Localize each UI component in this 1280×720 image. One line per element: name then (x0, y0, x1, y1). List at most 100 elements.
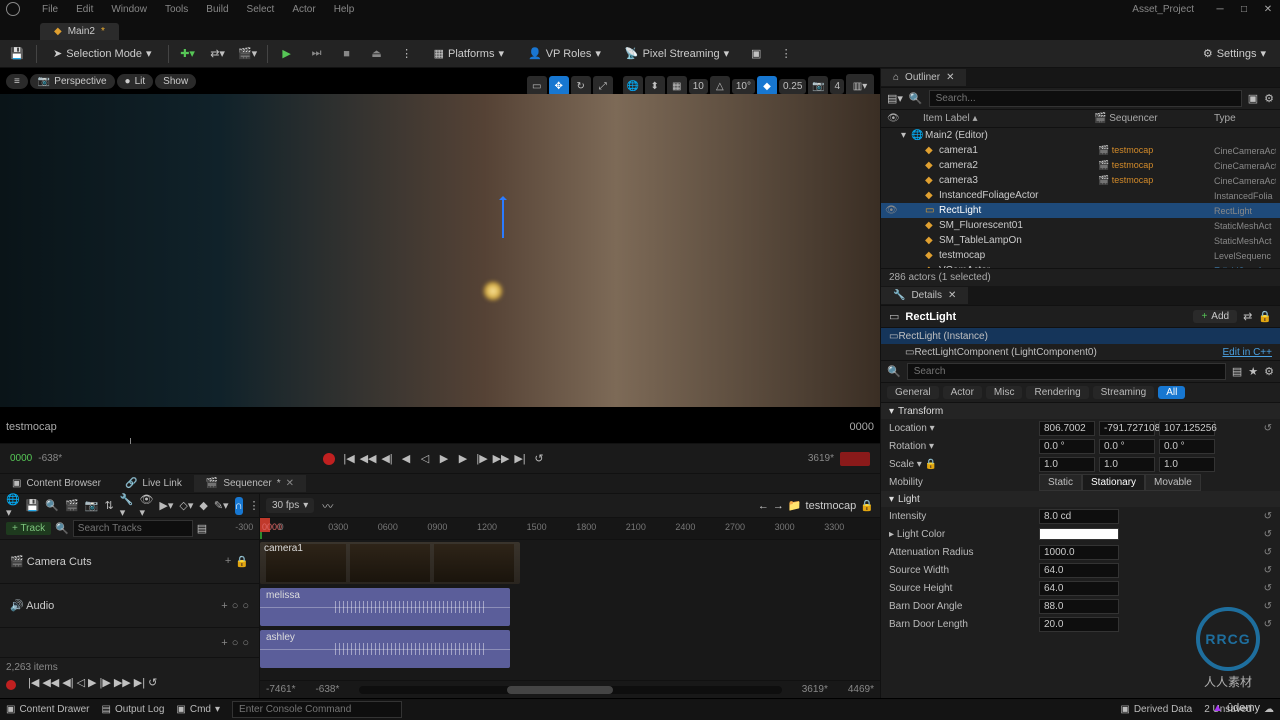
grid-snap-button[interactable]: ▦ (667, 76, 687, 96)
details-lock-button[interactable]: 🔒 (1258, 310, 1272, 323)
play-reverse-button[interactable]: ◁ (417, 451, 433, 467)
curve-editor-button[interactable]: 〰 (322, 498, 333, 514)
marketplace-button[interactable]: ⇄▾ (207, 43, 229, 65)
viewport-perspective-button[interactable]: 📷 Perspective (30, 74, 115, 89)
seq-snap-opts[interactable]: ⋮ (249, 497, 260, 515)
reset-icon[interactable]: ↺ (1264, 565, 1272, 576)
source-control-button[interactable]: ☁ (1264, 704, 1274, 715)
seq-key-button[interactable]: ◇▾ (179, 497, 193, 515)
seq-play-rev[interactable]: ◁ (77, 676, 85, 689)
add-folder-button[interactable]: ▣ (1248, 92, 1258, 105)
close-icon[interactable]: ✕ (948, 290, 956, 301)
edit-in-cpp-link[interactable]: Edit in C++ (1223, 347, 1272, 358)
filter-icon[interactable]: ▤▾ (887, 92, 903, 105)
timeline-scrollbar[interactable]: -7461* -638* 3619* 4469* (260, 680, 880, 698)
fps-dropdown[interactable]: 30 fps ▾ (266, 498, 314, 513)
clip-audio-2[interactable]: ashley (260, 630, 510, 668)
outliner-col-label[interactable]: Item Label ▴ (903, 113, 1094, 124)
reset-icon[interactable]: ↺ (1264, 423, 1272, 434)
lock-icon[interactable]: 🔒 (235, 555, 249, 568)
vp-roles-button[interactable]: 👤 VP Roles ▾ (520, 44, 609, 63)
cmd-dropdown[interactable]: ▣ Cmd ▾ (176, 704, 220, 715)
step-back-frame-button[interactable]: ◀ (398, 451, 414, 467)
details-settings-button[interactable]: ⚙ (1264, 365, 1274, 378)
play-options-button[interactable]: ⋮ (396, 43, 418, 65)
window-minimize-button[interactable]: ─ (1214, 3, 1226, 15)
platforms-button[interactable]: ▦ Platforms ▾ (426, 44, 512, 63)
section-transform[interactable]: ▾ Transform (881, 403, 1280, 419)
outliner-row[interactable]: 👁▭RectLightRectLight (881, 203, 1280, 218)
seq-edit-button[interactable]: ✎▾ (214, 497, 229, 515)
seq-snap-button[interactable]: ∩ (235, 497, 243, 515)
outliner-row[interactable]: ◆SM_TableLampOnStaticMeshAct (881, 233, 1280, 248)
eject-button[interactable]: ⏏ (366, 43, 388, 65)
timeline-ruler[interactable]: 0000 -300 0 0300 0600 0900 1200 1500 180… (260, 518, 880, 540)
stop-button[interactable]: ■ (336, 43, 358, 65)
clip-camera[interactable]: camera1 (260, 542, 520, 584)
cinematics-button[interactable]: 🎬▾ (237, 43, 259, 65)
seq-find-button[interactable]: 🔍 (45, 497, 59, 515)
intensity-input[interactable]: 8.0 cd (1039, 509, 1119, 524)
menu-select[interactable]: Select (247, 4, 275, 15)
viewport[interactable]: ≡ 📷 Perspective ● Lit Show ▭ ✥ ↻ ⤢ 🌐 ⬍ ▦… (0, 68, 880, 443)
tab-content-browser[interactable]: ▣ Content Browser (0, 475, 113, 492)
loop-button[interactable]: ↺ (531, 451, 547, 467)
rotation-z-input[interactable]: 0.0 ° (1159, 439, 1215, 454)
source-width-input[interactable]: 64.0 (1039, 563, 1119, 578)
console-input[interactable] (232, 701, 402, 718)
document-tab-main[interactable]: ◆ Main2* (40, 23, 119, 40)
seq-tool-button[interactable]: 🔧▾ (120, 497, 134, 515)
toolbar-extra-1[interactable]: ▣ (745, 43, 767, 65)
reset-icon[interactable]: ↺ (1264, 601, 1272, 612)
window-close-button[interactable]: ✕ (1262, 3, 1274, 15)
reset-icon[interactable]: ↺ (1264, 529, 1272, 540)
menu-actor[interactable]: Actor (292, 4, 315, 15)
viewport-lit-button[interactable]: ● Lit (117, 74, 154, 89)
outliner-row[interactable]: ◆camera1🎬 testmocapCineCameraAct (881, 143, 1280, 158)
barn-length-input[interactable]: 20.0 (1039, 617, 1119, 632)
step-fwd-key-button[interactable]: |▶ (474, 451, 490, 467)
tab-outliner[interactable]: ⌂ Outliner ✕ (881, 69, 966, 86)
tab-details[interactable]: 🔧 Details ✕ (881, 287, 968, 304)
seq-world-button[interactable]: 🌐▾ (6, 497, 20, 515)
rotate-tool-button[interactable]: ↻ (571, 76, 591, 96)
add-section-icon[interactable]: + (221, 600, 227, 612)
breadcrumb-lock-icon[interactable]: 🔒 (860, 499, 874, 512)
outliner-row[interactable]: ◆testmocapLevelSequenc (881, 248, 1280, 263)
scale-snap-button[interactable]: ◆ (757, 76, 777, 96)
details-fav-button[interactable]: ★ (1248, 365, 1258, 378)
atten-input[interactable]: 1000.0 (1039, 545, 1119, 560)
seq-playback-button[interactable]: ▶▾ (159, 497, 173, 515)
menu-file[interactable]: File (42, 4, 58, 15)
translate-tool-button[interactable]: ✥ (549, 76, 569, 96)
seq-actions-button[interactable]: ⇅ (105, 497, 114, 515)
mobility-static[interactable]: Static (1039, 474, 1082, 491)
surface-snap-button[interactable]: ⬍ (645, 76, 665, 96)
go-to-start-button[interactable]: |◀ (341, 451, 357, 467)
angle-snap-value[interactable]: 10° (732, 79, 755, 94)
menu-window[interactable]: Window (111, 4, 147, 15)
viewport-show-button[interactable]: Show (155, 74, 196, 89)
mobility-movable[interactable]: Movable (1145, 474, 1201, 491)
outliner-row[interactable]: ◆camera3🎬 testmocapCineCameraAct (881, 173, 1280, 188)
add-content-button[interactable]: ✚▾ (177, 43, 199, 65)
outliner-row[interactable]: ◆camera2🎬 testmocapCineCameraAct (881, 158, 1280, 173)
seq-go-start[interactable]: |◀ (28, 676, 39, 689)
light-color-swatch[interactable] (1039, 528, 1119, 540)
playbar-end-marker[interactable] (840, 452, 870, 466)
close-icon[interactable]: ✕ (946, 72, 954, 83)
scale-y-input[interactable]: 1.0 (1099, 457, 1155, 472)
step-fwd-frame-button[interactable]: ▶ (455, 451, 471, 467)
seq-go-end[interactable]: ▶| (134, 676, 145, 689)
angle-snap-button[interactable]: △ (710, 76, 730, 96)
cat-actor[interactable]: Actor (943, 386, 982, 399)
menu-help[interactable]: Help (334, 4, 355, 15)
track-empty[interactable]: +○○ (0, 628, 259, 658)
tab-live-link[interactable]: 🔗 Live Link (113, 475, 194, 492)
details-add-button[interactable]: +Add (1193, 310, 1237, 323)
cat-streaming[interactable]: Streaming (1093, 386, 1155, 399)
go-to-end-button[interactable]: ▶| (512, 451, 528, 467)
scale-snap-value[interactable]: 0.25 (779, 79, 806, 94)
section-light[interactable]: ▾ Light (881, 491, 1280, 507)
scale-tool-button[interactable]: ⤢ (593, 76, 613, 96)
